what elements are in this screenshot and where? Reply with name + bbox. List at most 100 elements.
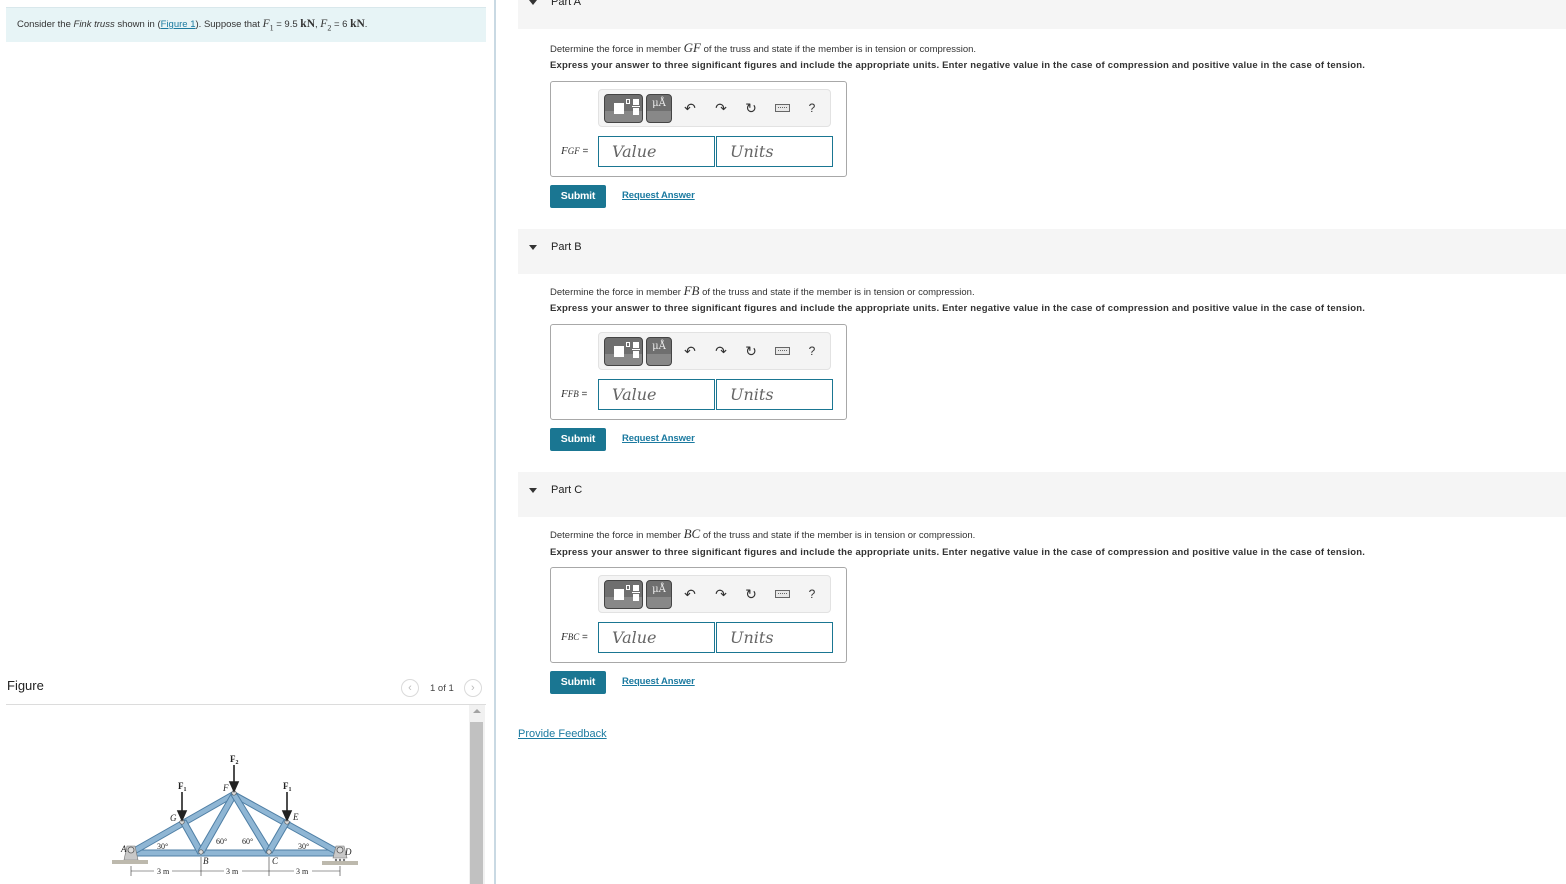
label-span-2: 3 m <box>226 867 239 876</box>
label-f: F <box>222 783 229 793</box>
chevron-left-icon: ‹ <box>408 682 412 694</box>
part-b-instructions: Express your answer to three significant… <box>550 303 1366 314</box>
figure-count: 1 of 1 <box>430 682 454 694</box>
label-span-1: 3 m <box>157 867 170 876</box>
undo-icon[interactable]: ↶ <box>681 99 699 117</box>
prev-figure-button[interactable]: ‹ <box>401 679 419 697</box>
member-name: GF <box>683 40 701 55</box>
part-b-answer-box: μÅ ↶ ↷ ↻ ? FFB = <box>550 324 847 420</box>
reset-icon[interactable]: ↻ <box>742 585 760 603</box>
label-g: G <box>170 813 177 823</box>
help-icon[interactable]: ? <box>803 342 821 360</box>
submit-button[interactable]: Submit <box>550 428 606 451</box>
request-answer-link[interactable]: Request Answer <box>622 676 695 687</box>
part-c-title: Part C <box>551 484 583 496</box>
keyboard-icon[interactable] <box>773 585 791 603</box>
answer-label: FGF = <box>561 145 589 157</box>
templates-button[interactable] <box>604 580 643 609</box>
label-c: C <box>272 856 279 866</box>
math-toolbar: μÅ ↶ ↷ ↻ ? <box>598 575 831 613</box>
fink-truss-diagram: F1 F2 F1 A B C D E F G 30° 60° 60° 30° 3… <box>112 754 358 876</box>
request-answer-link[interactable]: Request Answer <box>622 433 695 444</box>
label-f2-subscript: 2 <box>236 760 239 766</box>
f2-expression: F2 = 6 kN <box>320 18 365 33</box>
figure-pagination: ‹ 1 of 1 › <box>401 679 482 697</box>
member-name: FB <box>683 283 700 298</box>
collapse-caret-icon[interactable] <box>529 488 537 493</box>
problem-statement: Consider the Fink truss shown in (Figure… <box>6 7 486 42</box>
label-angle-left: 30° <box>157 842 168 851</box>
value-input[interactable] <box>598 136 715 167</box>
part-b-header[interactable]: Part B <box>518 229 1566 274</box>
figure-title: Figure <box>7 678 44 693</box>
scroll-up-arrow-icon[interactable] <box>473 709 481 713</box>
units-input[interactable] <box>716 136 833 167</box>
label-angle-right: 30° <box>298 842 309 851</box>
label-span-3: 3 m <box>296 867 309 876</box>
math-toolbar: μÅ ↶ ↷ ↻ ? <box>598 89 831 127</box>
part-c-header[interactable]: Part C <box>518 472 1566 517</box>
answer-label: FBC = <box>561 631 588 643</box>
collapse-caret-icon[interactable] <box>529 245 537 250</box>
next-figure-button[interactable]: › <box>463 679 482 697</box>
redo-icon[interactable]: ↷ <box>712 342 730 360</box>
symbols-button[interactable]: μÅ <box>646 94 672 123</box>
symbols-button[interactable]: μÅ <box>646 337 672 366</box>
math-toolbar: μÅ ↶ ↷ ↻ ? <box>598 332 831 370</box>
part-a-title: Part A <box>551 0 581 8</box>
label-angle-b: 60° <box>216 837 227 846</box>
part-b-title: Part B <box>551 241 582 253</box>
intro-mid: shown in ( <box>114 19 161 30</box>
label-angle-c: 60° <box>242 837 253 846</box>
label-a: A <box>120 844 127 854</box>
help-icon[interactable]: ? <box>803 585 821 603</box>
undo-icon[interactable]: ↶ <box>681 585 699 603</box>
part-a-header[interactable]: Part A <box>518 0 1566 29</box>
intro-after-link: ). Suppose that <box>195 19 263 30</box>
part-a-question: Determine the force in member GF of the … <box>550 40 977 55</box>
keyboard-icon[interactable] <box>773 342 791 360</box>
collapse-caret-icon[interactable] <box>529 0 537 5</box>
part-a-instructions: Express your answer to three significant… <box>550 60 1366 71</box>
chevron-right-icon: › <box>470 682 475 694</box>
templates-button[interactable] <box>604 337 643 366</box>
figure-divider <box>6 704 486 705</box>
units-input[interactable] <box>716 622 833 653</box>
part-c-question: Determine the force in member BC of the … <box>550 526 976 541</box>
submit-button[interactable]: Submit <box>550 671 606 694</box>
intro-prefix: Consider the <box>17 19 74 30</box>
request-answer-link[interactable]: Request Answer <box>622 190 695 201</box>
scrollbar-thumb[interactable] <box>470 722 483 884</box>
part-b-question: Determine the force in member FB of the … <box>550 283 975 298</box>
keyboard-icon[interactable] <box>773 99 791 117</box>
label-f1-left: F1 <box>178 781 187 793</box>
templates-button[interactable] <box>604 94 643 123</box>
help-icon[interactable]: ? <box>803 99 821 117</box>
member-ec <box>265 819 291 854</box>
reset-icon[interactable]: ↻ <box>742 99 760 117</box>
member-name: BC <box>683 526 701 541</box>
label-f1-left-subscript: 1 <box>184 787 187 793</box>
submit-button[interactable]: Submit <box>550 185 606 208</box>
part-c-instructions: Express your answer to three significant… <box>550 547 1366 558</box>
symbols-button[interactable]: μÅ <box>646 580 672 609</box>
redo-icon[interactable]: ↷ <box>712 585 730 603</box>
label-f2: F2 <box>230 754 239 766</box>
label-b: B <box>203 856 209 866</box>
label-d: D <box>344 847 352 857</box>
redo-icon[interactable]: ↷ <box>712 99 730 117</box>
undo-icon[interactable]: ↶ <box>681 342 699 360</box>
intro-emphasis: Fink truss <box>73 19 115 30</box>
value-input[interactable] <box>598 622 715 653</box>
figure-link[interactable]: Figure 1 <box>161 19 196 30</box>
provide-feedback-link[interactable]: Provide Feedback <box>518 728 607 740</box>
label-f1-right: F1 <box>283 781 292 793</box>
label-f1-right-subscript: 1 <box>289 787 292 793</box>
value-input[interactable] <box>598 379 715 410</box>
units-input[interactable] <box>716 379 833 410</box>
label-e: E <box>292 812 299 822</box>
reset-icon[interactable]: ↻ <box>742 342 760 360</box>
figure-scrollbar[interactable] <box>469 705 485 884</box>
pane-divider[interactable] <box>494 0 496 884</box>
part-c-answer-box: μÅ ↶ ↷ ↻ ? FBC = <box>550 567 847 663</box>
